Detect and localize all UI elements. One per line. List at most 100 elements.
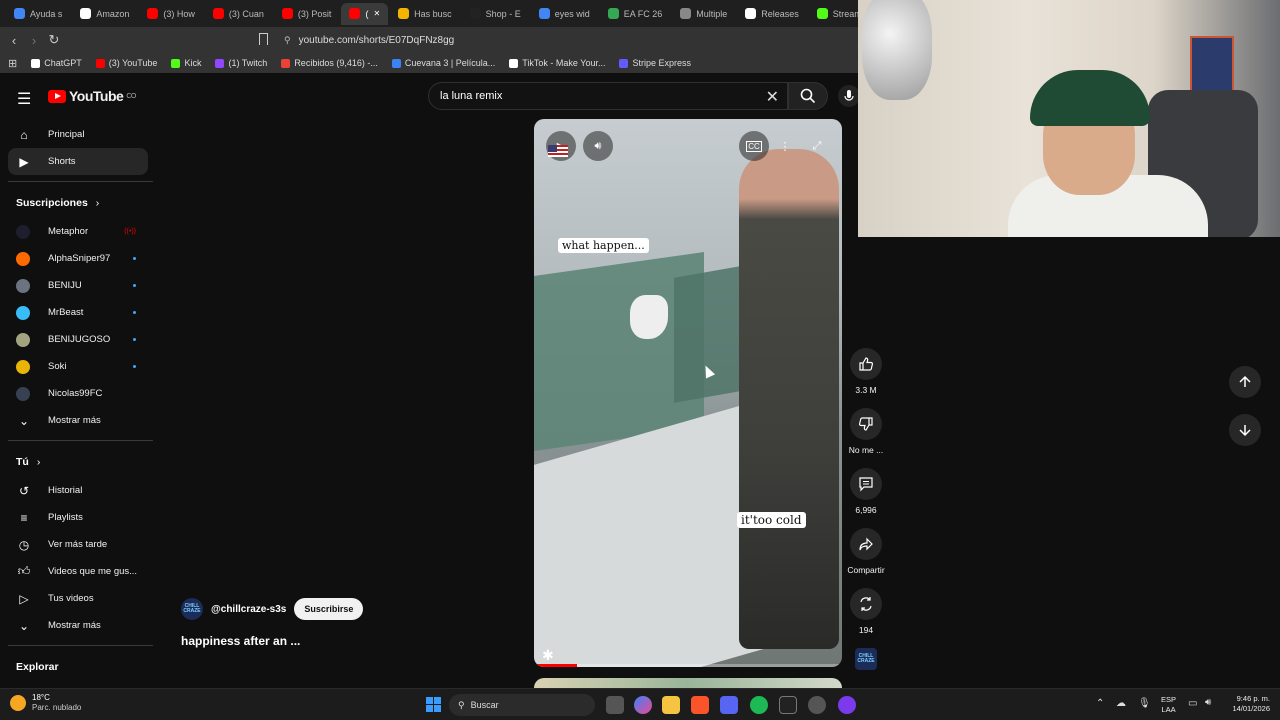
clear-search-icon[interactable]: ✕ (766, 87, 779, 107)
menu-icon[interactable]: ☰ (17, 89, 31, 109)
subscription-item[interactable]: Soki (8, 353, 148, 380)
site-info-icon[interactable]: ⚲ (284, 35, 291, 46)
settings-icon[interactable]: ✱ (542, 647, 554, 664)
you-heading[interactable]: Tú › (8, 447, 148, 477)
subscription-item[interactable]: AlphaSniper97 (8, 245, 148, 272)
browser-tab[interactable]: (✕ (341, 2, 389, 25)
channel-avatar[interactable]: CHILL CRAZE (181, 598, 203, 620)
browser-tab[interactable]: (3) How (139, 3, 203, 25)
voice-search-button[interactable] (838, 85, 860, 107)
mic-tray-icon[interactable]: 🎙︎ (1138, 698, 1151, 709)
volume-button[interactable]: 🔊︎ (583, 131, 613, 161)
more-options-button[interactable]: ⋮ (770, 131, 800, 161)
audio-app-icon[interactable] (779, 696, 797, 714)
bookmark-item[interactable]: Recibidos (9,416) -... (281, 58, 378, 68)
tab-favicon-icon (147, 8, 159, 19)
browser-tab[interactable]: eyes wid (531, 3, 598, 25)
bookmark-item[interactable]: ChatGPT (31, 58, 82, 68)
tab-favicon-icon (14, 8, 25, 19)
sidebar-item[interactable]: ↺ Historial (8, 477, 148, 504)
sidebar: ⌂ Principal ▶ Shorts Suscripciones › Metapho… (8, 121, 153, 709)
comments-button[interactable] (850, 468, 882, 500)
subscription-item[interactable]: MrBeast (8, 299, 148, 326)
steam-icon[interactable] (808, 696, 826, 714)
subs-show-more[interactable]: ⌄ Mostrar más (8, 407, 148, 434)
remix-button[interactable] (850, 588, 882, 620)
bookmark-item[interactable]: (1) Twitch (215, 58, 267, 68)
bookmark-item[interactable]: Stripe Express (619, 58, 691, 68)
discord-icon[interactable] (720, 696, 738, 714)
close-tab-icon[interactable]: ✕ (373, 9, 380, 18)
fullscreen-button[interactable]: ⤢ (802, 131, 832, 161)
weather-widget[interactable]: 18°C Parc. nublado (10, 693, 81, 713)
video-progress-bar[interactable] (534, 664, 842, 667)
bookmark-icon[interactable] (259, 33, 268, 45)
forward-icon[interactable]: › (24, 33, 44, 48)
brave-browser-icon[interactable] (691, 696, 709, 714)
captions-button[interactable]: CC (739, 131, 769, 161)
reload-icon[interactable]: ↻ (44, 32, 64, 48)
browser-tab[interactable]: Ayuda s (6, 3, 70, 25)
browser-tab[interactable]: Has busc (390, 3, 460, 25)
subscribe-button[interactable]: Suscribirse (294, 598, 364, 620)
browser-tab[interactable]: (3) Posit (274, 3, 340, 25)
spotify-icon[interactable] (750, 696, 768, 714)
short-title[interactable]: happiness after an ... (181, 634, 300, 648)
search-button[interactable] (788, 82, 828, 110)
clock[interactable]: 9:46 p. m. 14/01/2026 (1224, 694, 1270, 714)
bookmark-favicon-icon (171, 58, 181, 68)
next-short-button[interactable] (1229, 414, 1261, 446)
subscription-item[interactable]: BENIJU (8, 272, 148, 299)
language-indicator[interactable]: ESP LAA (1161, 695, 1176, 715)
thumb-up-icon (859, 357, 874, 371)
subscription-item[interactable]: Nicolas99FC (8, 380, 148, 407)
windows-logo-icon (426, 697, 433, 704)
sidebar-item[interactable]: ⌄ Mostrar más (8, 612, 148, 639)
copilot-icon[interactable] (634, 696, 652, 714)
app-icon[interactable] (838, 696, 856, 714)
sound-channel-avatar[interactable]: CHILL CRAZE (855, 648, 877, 670)
dislike-button[interactable] (850, 408, 882, 440)
browser-tab[interactable]: Amazon (72, 3, 137, 25)
file-explorer-icon[interactable] (662, 696, 680, 714)
browser-tab[interactable]: Multiple (672, 3, 735, 25)
youtube-logo[interactable]: YouTube CO (48, 88, 136, 104)
bookmark-item[interactable]: Cuevana 3 | Película... (391, 58, 495, 68)
url-field[interactable]: ⚲ youtube.com/shorts/E07DqFNz8gg (284, 31, 844, 49)
like-button[interactable] (850, 348, 882, 380)
channel-name[interactable]: @chillcraze-s3s (211, 604, 286, 615)
browser-tab[interactable]: EA FC 26 (600, 3, 671, 25)
task-view-icon[interactable] (606, 696, 624, 714)
sidebar-item[interactable]: ◷ Ver más tarde (8, 531, 148, 558)
previous-short-button[interactable] (1229, 366, 1261, 398)
sidebar-item[interactable]: ▷ Tus videos (8, 585, 148, 612)
taskbar-search[interactable]: ⚲ Buscar (449, 694, 595, 716)
shorts-video-player[interactable]: what happen... it'too cold ▶ 🔊︎ CC ⋮ ⤢ ✱ (534, 119, 842, 667)
tray-chevron-icon[interactable]: ⌃ (1096, 698, 1104, 709)
search-icon: ⚲ (458, 699, 465, 710)
you-title: Tú (16, 456, 29, 468)
subscription-item[interactable]: Metaphor ((•)) (8, 218, 148, 245)
search-input[interactable]: la luna remix ✕ (428, 82, 788, 110)
sidebar-item[interactable]: ≡ Playlists (8, 504, 148, 531)
channel-avatar (16, 305, 30, 320)
bookmark-item[interactable]: Kick (171, 58, 201, 68)
apps-grid-icon[interactable]: ⊞ (8, 57, 17, 70)
back-icon[interactable]: ‹ (4, 33, 24, 48)
browser-tab[interactable]: Releases (737, 3, 807, 25)
browser-tab[interactable]: (3) Cuan (205, 3, 272, 25)
sidebar-item[interactable]: 👍︎ Videos que me gus... (8, 558, 148, 585)
sidebar-item[interactable]: ⌂ Principal (8, 121, 148, 148)
sidebar-divider (8, 645, 153, 646)
browser-tab[interactable]: Shop - E (462, 3, 529, 25)
bookmark-item[interactable]: TikTok - Make Your... (509, 58, 605, 68)
network-icon[interactable]: ☁︎ (1116, 698, 1126, 709)
volume-tray-icon[interactable]: 🔊︎ (1205, 697, 1211, 708)
display-icon[interactable]: ▭ (1188, 698, 1197, 709)
bookmark-item[interactable]: (3) YouTube (95, 58, 157, 68)
share-button[interactable] (850, 528, 882, 560)
subscriptions-heading[interactable]: Suscripciones › (8, 188, 148, 218)
sidebar-item[interactable]: ▶ Shorts (8, 148, 148, 175)
start-button[interactable] (426, 697, 441, 712)
subscription-item[interactable]: BENIJUGOSO (8, 326, 148, 353)
